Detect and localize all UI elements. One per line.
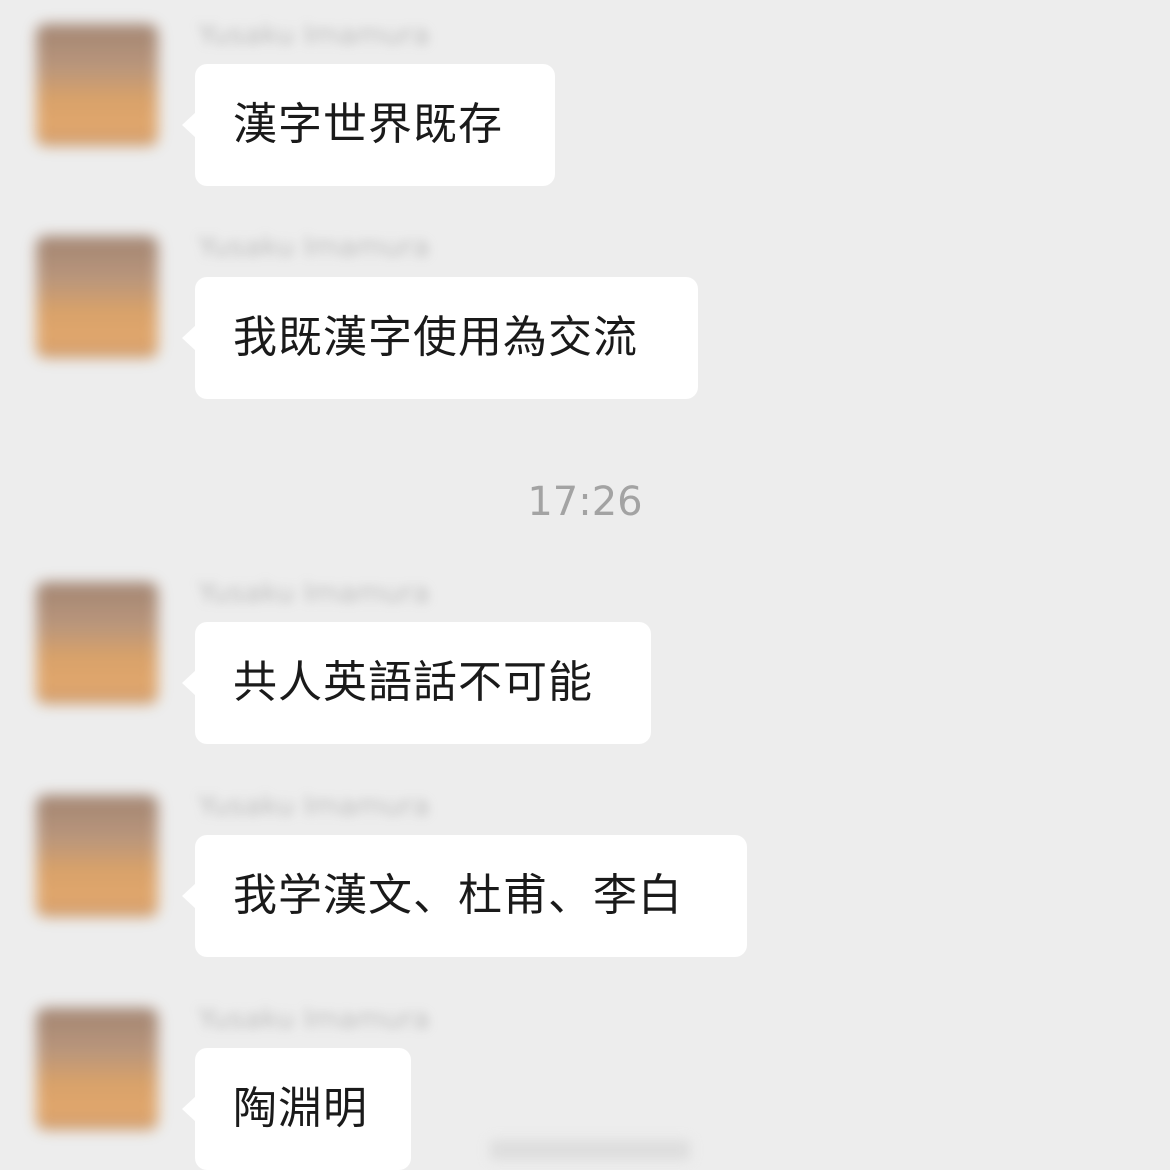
sender-name: Yusaku Imamura <box>198 232 430 262</box>
avatar[interactable] <box>36 1008 158 1130</box>
message-row: Yusaku Imamura 漢字世界既存 <box>0 18 1170 186</box>
avatar[interactable] <box>36 795 158 917</box>
sender-name: Yusaku Imamura <box>198 20 430 50</box>
timestamp-divider: 17:26 <box>0 476 1170 528</box>
avatar[interactable] <box>36 24 158 146</box>
sender-name: Yusaku Imamura <box>198 1004 430 1034</box>
timestamp-text: 17:26 <box>527 479 643 525</box>
watermark <box>490 1140 690 1160</box>
avatar[interactable] <box>36 236 158 358</box>
sender-name: Yusaku Imamura <box>198 578 430 608</box>
message-row: Yusaku Imamura 陶淵明 <box>0 1002 1170 1170</box>
message-bubble[interactable]: 共人英語話不可能 <box>182 622 651 744</box>
message-row: Yusaku Imamura 我既漢字使用為交流 <box>0 230 1170 399</box>
message-row: Yusaku Imamura 我学漢文、杜甫、李白 <box>0 789 1170 957</box>
message-bubble[interactable]: 陶淵明 <box>182 1048 411 1170</box>
avatar[interactable] <box>36 582 158 704</box>
sender-name: Yusaku Imamura <box>198 791 430 821</box>
message-bubble[interactable]: 漢字世界既存 <box>182 64 555 186</box>
message-bubble[interactable]: 我学漢文、杜甫、李白 <box>182 835 747 957</box>
message-bubble[interactable]: 我既漢字使用為交流 <box>182 277 698 399</box>
message-row: Yusaku Imamura 共人英語話不可能 <box>0 576 1170 744</box>
chat-window: Yusaku Imamura 漢字世界既存 Yusaku Imamura 我既漢… <box>0 0 1170 1170</box>
